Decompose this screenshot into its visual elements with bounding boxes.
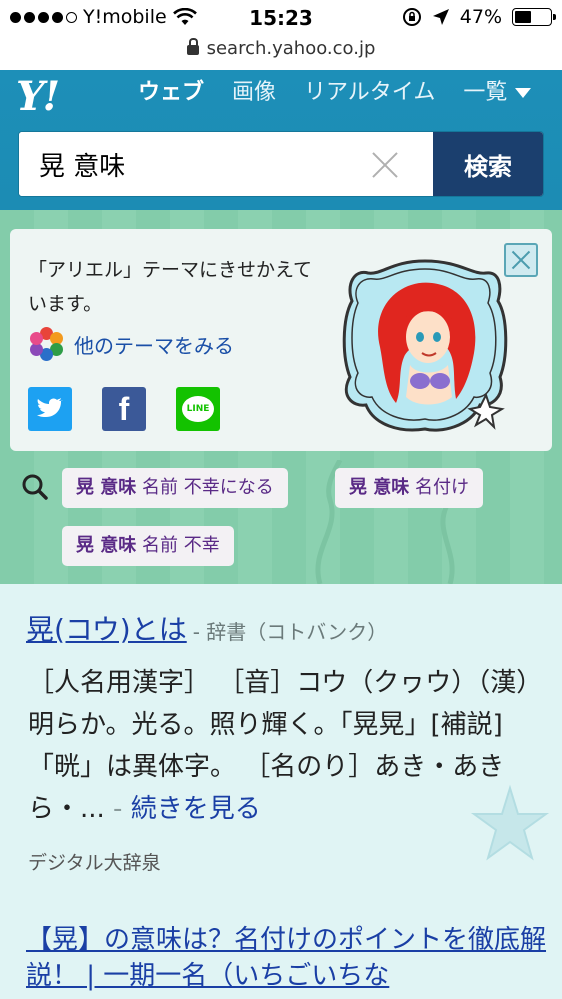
theme-area: 「アリエル」テーマにきせかえています。 他のテーマをみる f LINE 晃 意味…: [0, 210, 562, 584]
search-results: 晃(コウ)とは - 辞書（コトバンク） ［人名用漢字］ ［音］コウ（クヮウ）（漢）…: [0, 584, 562, 999]
rotation-lock-icon: [402, 8, 421, 26]
result-1-title[interactable]: 晃(コウ)とは - 辞書（コトバンク）: [26, 608, 387, 648]
facebook-icon[interactable]: f: [102, 387, 146, 431]
result-1-snippet-text: ［人名用漢字］ ［音］コウ（クヮウ）（漢）明らか。光る。照り輝く。「晃晃」[補説…: [28, 668, 530, 824]
url-text: search.yahoo.co.jp: [206, 38, 376, 59]
other-themes-label: 他のテーマをみる: [74, 333, 234, 358]
search-tabs: ウェブ 画像 リアルタイム 一覧: [138, 78, 559, 108]
result-1-dash: -: [104, 794, 131, 824]
chip-rest: 名前 不幸: [136, 535, 220, 556]
share-buttons: f LINE: [28, 387, 220, 431]
line-icon[interactable]: LINE: [176, 387, 220, 431]
related-search-chip[interactable]: 晃 意味 名付け: [335, 468, 484, 508]
result-1-site: デジタル大辞泉: [28, 852, 161, 874]
tab-web[interactable]: ウェブ: [138, 78, 204, 108]
read-more-link[interactable]: 続きを見る: [131, 794, 261, 824]
related-search-chip[interactable]: 晃 意味 名前 不幸: [62, 526, 234, 566]
battery-icon: [512, 8, 556, 26]
status-bar: Y!mobile 15:23 47% search.yahoo.co.jp: [0, 0, 562, 70]
chip-bold: 晃 意味: [349, 477, 410, 498]
search-box: 検索: [18, 131, 544, 197]
line-icon-label: LINE: [182, 396, 214, 422]
result-1-snippet: ［人名用漢字］ ［音］コウ（クヮウ）（漢）明らか。光る。照り輝く。「晃晃」[補説…: [28, 662, 538, 830]
yahoo-header: Y! ウェブ 画像 リアルタイム 一覧 検索: [0, 70, 562, 210]
search-icon: [22, 474, 48, 500]
chip-bold: 晃 意味: [76, 535, 137, 556]
ariel-portrait-image: [342, 259, 508, 432]
yahoo-logo[interactable]: Y!: [16, 76, 88, 118]
clear-icon[interactable]: [369, 148, 401, 180]
twitter-icon[interactable]: [28, 387, 72, 431]
chip-bold: 晃 意味: [76, 477, 137, 498]
url-bar[interactable]: search.yahoo.co.jp: [0, 38, 562, 59]
lock-icon: [186, 38, 199, 55]
other-themes-link[interactable]: 他のテーマをみる: [30, 327, 234, 361]
theme-message: 「アリエル」テーマにきせかえています。: [28, 259, 313, 315]
tab-more[interactable]: 一覧: [463, 78, 532, 108]
related-search-chip[interactable]: 晃 意味 名前 不幸になる: [62, 468, 288, 508]
flower-icon: [30, 327, 64, 361]
location-arrow-icon: [432, 9, 449, 25]
tab-images[interactable]: 画像: [232, 78, 276, 108]
result-1-source: - 辞書（コトバンク）: [192, 620, 388, 644]
result-2-title-link[interactable]: 【晃】の意味は？名付けのポイントを徹底解説！ | 一期一名（いちごいちな: [26, 922, 546, 994]
theme-card: 「アリエル」テーマにきせかえています。 他のテーマをみる f LINE: [10, 229, 552, 451]
chip-rest: 名前 不幸になる: [136, 477, 274, 498]
result-1-title-link[interactable]: 晃(コウ)とは: [26, 613, 187, 646]
tab-more-label: 一覧: [463, 80, 508, 105]
tab-realtime[interactable]: リアルタイム: [304, 78, 435, 108]
triangle-down-icon: [515, 88, 532, 98]
battery-percent: 47%: [459, 6, 502, 28]
chip-rest: 名付け: [409, 477, 470, 498]
search-button[interactable]: 検索: [433, 132, 543, 196]
